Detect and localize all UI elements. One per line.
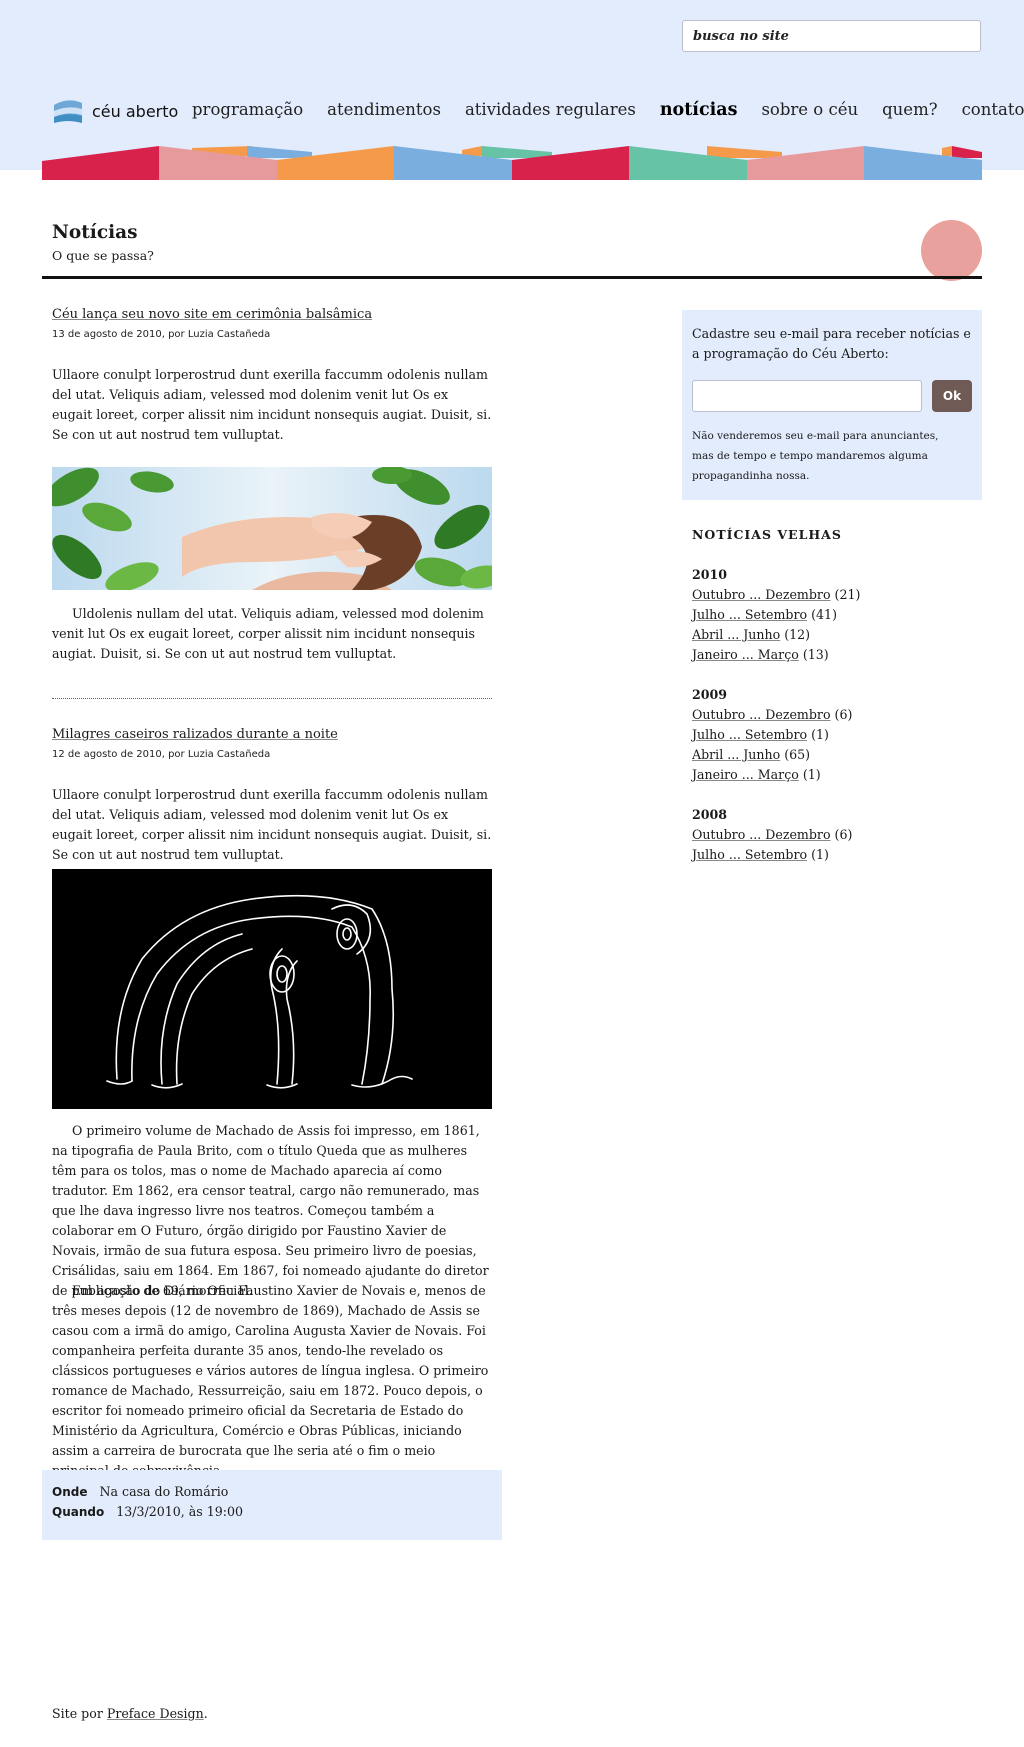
footer-prefix: Site por: [52, 1706, 103, 1721]
nav-item-quem[interactable]: quem?: [882, 100, 937, 119]
nav-item-atendimentos[interactable]: atendimentos: [327, 100, 441, 119]
archive-link[interactable]: Abril ... Junho: [692, 627, 780, 642]
archive-count: (6): [834, 707, 853, 722]
heading-rule: [42, 276, 982, 279]
site-logo[interactable]: céu aberto: [52, 96, 178, 126]
event-where-label: Onde: [52, 1485, 88, 1499]
archive-count: (1): [802, 767, 821, 782]
archive-item: Abril ... Junho (65): [692, 747, 810, 762]
newsletter-note: Não venderemos seu e-mail para anunciant…: [692, 430, 939, 482]
archive-count: (21): [834, 587, 861, 602]
logo-text: céu aberto: [92, 101, 179, 121]
article-body: Uldolenis nullam del utat. Veliquis adia…: [52, 606, 484, 661]
newsletter-email-field[interactable]: [692, 380, 922, 412]
article-title-link[interactable]: Milagres caseiros ralizados durante a no…: [52, 727, 338, 742]
archive-item: Outubro ... Dezembro (6): [692, 827, 852, 842]
archive-link[interactable]: Outubro ... Dezembro: [692, 587, 831, 602]
site-footer: Site por Preface Design.: [52, 1706, 208, 1721]
archive-link[interactable]: Julho ... Setembro: [692, 727, 807, 742]
article-title-link[interactable]: Céu lança seu novo site em cerimônia bal…: [52, 307, 372, 322]
archive-link[interactable]: Julho ... Setembro: [692, 847, 807, 862]
archive-link[interactable]: Janeiro ... Março: [692, 767, 799, 782]
newsletter-box: Cadastre seu e-mail para receber notícia…: [682, 310, 982, 500]
article-body: Em agosto de 69, morreu Faustino Xavier …: [52, 1283, 489, 1478]
event-when-value: 13/3/2010, às 19:00: [116, 1504, 244, 1519]
archive-year: 2008: [692, 807, 728, 822]
archive-item: Outubro ... Dezembro (6): [692, 707, 852, 722]
archive-link[interactable]: Janeiro ... Março: [692, 647, 799, 662]
nav-item-contato: contato: [961, 100, 1024, 119]
archive-year: 2010: [692, 567, 728, 582]
archive-item: Janeiro ... Março (1): [692, 767, 821, 782]
archive-item: Julho ... Setembro (1): [692, 727, 829, 742]
article-intro: Ullaore conulpt lorperostrud dunt exeril…: [52, 367, 492, 442]
event-where-value: Na casa do Romário: [99, 1484, 229, 1499]
footer-designer-link[interactable]: Preface Design: [107, 1706, 204, 1721]
color-stripe: [42, 146, 982, 180]
search-input[interactable]: [682, 20, 981, 52]
event-when: Quando 13/3/2010, às 19:00: [52, 1504, 243, 1519]
archive-item: Julho ... Setembro (41): [692, 607, 837, 622]
archive-count: (13): [802, 647, 829, 662]
archive-count: (1): [811, 847, 829, 862]
archive-item: Abril ... Junho (12): [692, 627, 810, 642]
site-header: céu aberto programação atendimentos ativ…: [0, 0, 1024, 180]
archive-count: (41): [811, 607, 837, 622]
line-drawing-image: [52, 869, 492, 1109]
nav-item-programacao[interactable]: programação: [192, 100, 303, 119]
nav-item-sobre-o-ceu[interactable]: sobre o céu: [761, 100, 858, 119]
page-title: Notícias: [52, 222, 138, 243]
archive-item: Julho ... Setembro (1): [692, 847, 829, 862]
event-info-box: Onde Na casa do Romário Quando 13/3/2010, …: [42, 1470, 502, 1540]
archive-count: (65): [784, 747, 811, 762]
archive-link[interactable]: Outubro ... Dezembro: [692, 827, 831, 842]
nav-item-noticias[interactable]: notícias: [660, 100, 738, 120]
stripe-segment-1: [42, 146, 159, 180]
newsletter-text: Cadastre seu e-mail para receber notícia…: [692, 326, 971, 361]
event-when-label: Quando: [52, 1505, 105, 1519]
archive-count: (1): [811, 727, 829, 742]
footer-suffix: .: [203, 1706, 208, 1721]
newsletter-submit-button[interactable]: Ok: [932, 380, 972, 412]
archive-link[interactable]: Outubro ... Dezembro: [692, 707, 831, 722]
archive-title: NOTÍCIAS VELHAS: [692, 527, 842, 542]
archive-link[interactable]: Abril ... Junho: [692, 747, 780, 762]
massage-photo: [52, 467, 492, 590]
article-intro: Ullaore conulpt lorperostrud dunt exeril…: [52, 787, 492, 862]
archive-count: (6): [834, 827, 853, 842]
article-meta: 12 de agosto de 2010, por Luzia Castañed…: [52, 749, 271, 760]
nav-item-atividades-regulares[interactable]: atividades regulares: [465, 100, 636, 119]
archive-count: (12): [784, 627, 811, 642]
article-divider: [52, 698, 492, 699]
article-meta: 13 de agosto de 2010, por Luzia Castañed…: [52, 329, 271, 340]
archive-link[interactable]: Julho ... Setembro: [692, 607, 807, 622]
event-where: Onde Na casa do Romário: [52, 1484, 228, 1499]
main-nav: programação atendimentos atividades regu…: [192, 100, 1024, 120]
logo-icon: [54, 100, 82, 123]
page-subtitle: O que se passa?: [52, 248, 154, 263]
archive-year: 2009: [692, 687, 728, 702]
accent-circle: [921, 220, 982, 281]
article-body: O primeiro volume de Machado de Assis fo…: [52, 1123, 489, 1298]
archive-item: Janeiro ... Março (13): [692, 647, 829, 662]
archive-item: Outubro ... Dezembro (21): [692, 587, 860, 602]
